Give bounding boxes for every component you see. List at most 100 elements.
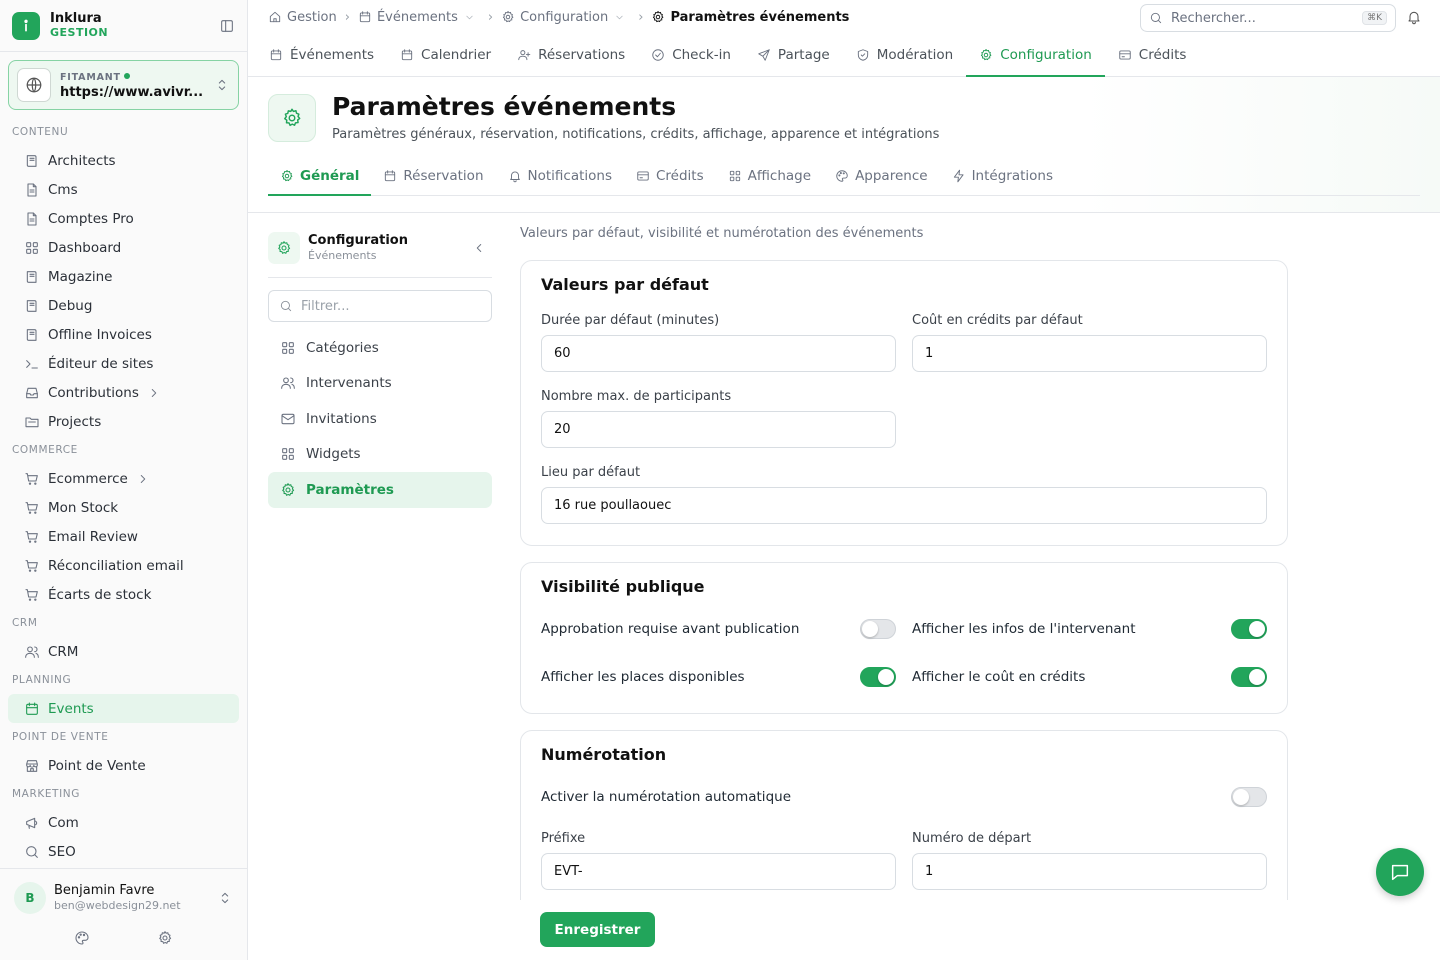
start-number-input[interactable] bbox=[912, 853, 1267, 890]
sidebar-item-mon-stock[interactable]: Mon Stock bbox=[8, 493, 239, 522]
brand-logo-icon[interactable] bbox=[12, 11, 40, 40]
settings-tab-integrations[interactable]: Intégrations bbox=[940, 157, 1065, 196]
max-participants-input[interactable] bbox=[541, 411, 896, 448]
subnav-item-categories[interactable]: Catégories bbox=[268, 330, 492, 366]
credit-cost-toggle[interactable] bbox=[1231, 667, 1267, 687]
sidebar-item-cms[interactable]: Cms bbox=[8, 175, 239, 204]
sidebar-item-editeur-de-sites[interactable]: Éditeur de sites bbox=[8, 349, 239, 378]
seats-toggle[interactable] bbox=[860, 667, 896, 687]
sidebar-item-debug[interactable]: Debug bbox=[8, 291, 239, 320]
section-description: Valeurs par défaut, visibilité et numéro… bbox=[520, 226, 924, 241]
tab-credits[interactable]: Crédits bbox=[1105, 34, 1200, 77]
cart-icon bbox=[24, 587, 48, 603]
sidebar-nav: CONTENU Architects Cms Comptes Pro Dashboard… bbox=[0, 118, 247, 866]
sidebar-item-label: Point de Vente bbox=[48, 757, 146, 774]
globe-icon bbox=[17, 68, 51, 102]
tab-reservations[interactable]: Réservations bbox=[504, 34, 638, 77]
brand: Inklura GESTION bbox=[0, 0, 247, 52]
subnav-item-parametres[interactable]: Paramètres bbox=[268, 472, 492, 508]
auto-numbering-label: Activer la numérotation automatique bbox=[541, 789, 791, 805]
sidebar-item-point-de-vente[interactable]: Point de Vente bbox=[8, 751, 239, 780]
sidebar-item-events[interactable]: Events bbox=[8, 694, 239, 723]
sidebar-item-label: Cms bbox=[48, 181, 78, 198]
search-input[interactable] bbox=[1171, 10, 1363, 26]
chat-icon[interactable] bbox=[1376, 848, 1424, 896]
sidebar-item-com[interactable]: Com bbox=[8, 808, 239, 837]
duration-input[interactable] bbox=[541, 335, 896, 372]
save-button[interactable]: Enregistrer bbox=[540, 912, 655, 947]
settings-tab-general[interactable]: Général bbox=[268, 157, 372, 196]
search-icon bbox=[24, 844, 48, 860]
gear-icon bbox=[280, 482, 306, 498]
subnav-item-label: Invitations bbox=[306, 410, 377, 427]
site-switcher[interactable]: FITAMANT https://www.avivr... bbox=[8, 60, 239, 110]
subnav-item-widgets[interactable]: Widgets bbox=[268, 437, 492, 473]
subnav-filter[interactable] bbox=[268, 290, 492, 322]
sidebar-item-ecommerce[interactable]: Ecommerce bbox=[8, 464, 239, 493]
breadcrumb-item-gestion[interactable]: Gestion bbox=[268, 10, 337, 25]
subnav-item-label: Paramètres bbox=[306, 481, 394, 498]
approval-toggle-label: Approbation requise avant publication bbox=[541, 621, 800, 637]
sidebar-item-contributions[interactable]: Contributions bbox=[8, 378, 239, 407]
settings-tab-credits[interactable]: Crédits bbox=[624, 157, 716, 196]
sidebar-item-ecarts-de-stock[interactable]: Écarts de stock bbox=[8, 580, 239, 609]
filter-input[interactable] bbox=[301, 298, 471, 314]
settings-tab-notifications[interactable]: Notifications bbox=[496, 157, 625, 196]
settings-tab-reservation[interactable]: Réservation bbox=[371, 157, 495, 196]
sidebar-toggle-icon[interactable] bbox=[219, 18, 235, 34]
home-icon bbox=[268, 10, 287, 24]
gear-icon bbox=[501, 10, 520, 24]
site-label: FITAMANT bbox=[60, 70, 214, 85]
sidebar-item-architects[interactable]: Architects bbox=[8, 146, 239, 175]
chevron-left-icon[interactable] bbox=[472, 241, 486, 255]
approval-toggle[interactable] bbox=[860, 619, 896, 639]
card-icon bbox=[636, 169, 656, 183]
sidebar-item-dashboard[interactable]: Dashboard bbox=[8, 233, 239, 262]
sidebar-item-projects[interactable]: Projects bbox=[8, 407, 239, 436]
breadcrumb-item-configuration[interactable]: Configuration bbox=[501, 10, 630, 25]
user-menu[interactable]: B Benjamin Favre ben@webdesign29.net bbox=[0, 868, 247, 926]
tab-label: Notifications bbox=[527, 167, 613, 184]
sidebar-item-crm[interactable]: CRM bbox=[8, 637, 239, 666]
cost-input[interactable] bbox=[912, 335, 1267, 372]
sidebar-item-label: Offline Invoices bbox=[48, 326, 152, 343]
notification-bell-icon[interactable] bbox=[1406, 9, 1422, 25]
chevron-right-icon bbox=[147, 386, 169, 400]
subnav-item-invitations[interactable]: Invitations bbox=[268, 401, 492, 437]
store-icon bbox=[24, 758, 48, 774]
tab-label: Configuration bbox=[1000, 46, 1092, 63]
tab-partage[interactable]: Partage bbox=[744, 34, 843, 77]
location-input[interactable] bbox=[541, 487, 1267, 524]
subnav-item-intervenants[interactable]: Intervenants bbox=[268, 366, 492, 402]
sidebar-item-magazine[interactable]: Magazine bbox=[8, 262, 239, 291]
tab-calendrier[interactable]: Calendrier bbox=[387, 34, 504, 77]
sidebar-item-email-review[interactable]: Email Review bbox=[8, 522, 239, 551]
speaker-info-toggle[interactable] bbox=[1231, 619, 1267, 639]
sidebar-item-offline-invoices[interactable]: Offline Invoices bbox=[8, 320, 239, 349]
sidebar-item-comptes-pro[interactable]: Comptes Pro bbox=[8, 204, 239, 233]
chevrons-updown-icon bbox=[217, 890, 233, 906]
book-icon bbox=[24, 153, 48, 169]
settings-tab-apparence[interactable]: Apparence bbox=[823, 157, 940, 196]
cart-icon bbox=[24, 558, 48, 574]
sidebar-item-reconciliation-email[interactable]: Réconciliation email bbox=[8, 551, 239, 580]
sidebar-item-seo[interactable]: SEO bbox=[8, 837, 239, 866]
gear-icon[interactable] bbox=[157, 930, 173, 956]
sidebar-item-label: CRM bbox=[48, 643, 79, 660]
tab-label: Affichage bbox=[747, 167, 812, 184]
prefix-input[interactable] bbox=[541, 853, 896, 890]
settings-tab-affichage[interactable]: Affichage bbox=[716, 157, 823, 196]
zap-icon bbox=[952, 169, 972, 183]
search-box[interactable]: ⌘K bbox=[1140, 4, 1396, 32]
visibility-title: Visibilité publique bbox=[541, 577, 705, 596]
palette-icon[interactable] bbox=[74, 930, 90, 956]
gear-icon bbox=[280, 169, 300, 183]
tab-check-in[interactable]: Check-in bbox=[638, 34, 744, 77]
tab-evenements[interactable]: Événements bbox=[256, 34, 387, 77]
tab-configuration[interactable]: Configuration bbox=[966, 34, 1105, 77]
tab-moderation[interactable]: Modération bbox=[843, 34, 966, 77]
sidebar-item-label: Réconciliation email bbox=[48, 557, 184, 574]
breadcrumb-item-evenements[interactable]: Événements bbox=[358, 10, 480, 25]
auto-numbering-toggle[interactable] bbox=[1231, 787, 1267, 807]
cost-label: Coût en crédits par défaut bbox=[912, 313, 1083, 328]
